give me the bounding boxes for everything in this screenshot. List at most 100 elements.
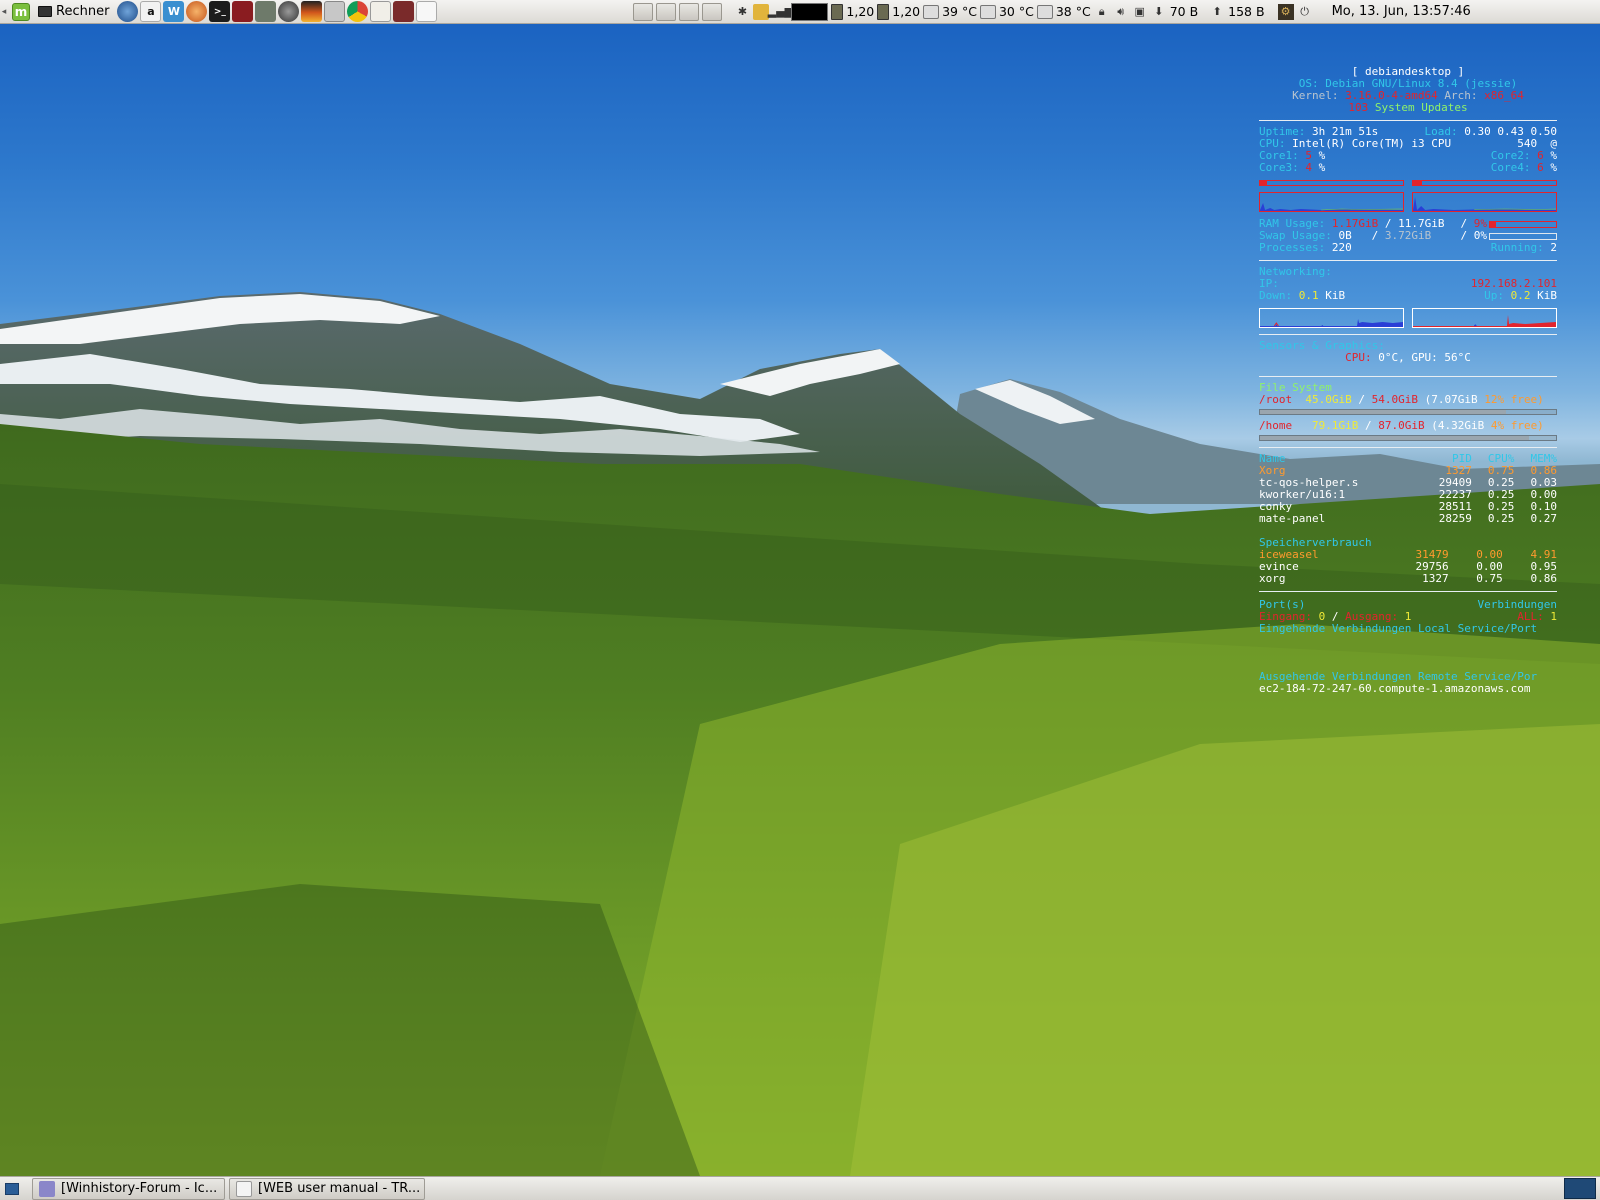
fs-home-mount: /home xyxy=(1259,419,1293,432)
bluetooth-icon[interactable]: ✱ xyxy=(734,4,750,20)
cpu-graph-left-plot xyxy=(1260,203,1403,211)
fs-home-total: 87.0GiB xyxy=(1378,419,1425,432)
workspace-switcher xyxy=(633,2,723,21)
disk-icon[interactable] xyxy=(278,1,300,22)
taskbar-item-winhistory[interactable]: [Winhistory-Forum - Ic... xyxy=(32,1177,225,1200)
cpu-graph-left xyxy=(1259,192,1404,212)
core3-value: 4 xyxy=(1305,161,1312,174)
cpu-graph-right xyxy=(1412,192,1557,212)
lock-icon[interactable]: 🔒︎ xyxy=(1094,4,1110,20)
core3-label: Core3: xyxy=(1259,161,1299,174)
temp-3: 38 °C xyxy=(1055,4,1091,19)
fs-root-used: 45.0GiB xyxy=(1305,393,1352,406)
arch-value: x86_64 xyxy=(1484,89,1524,102)
fs-root-mount: /root xyxy=(1259,393,1293,406)
swap-bar xyxy=(1489,232,1557,240)
download-graph xyxy=(1259,308,1404,328)
fs-root-bar-fill xyxy=(1260,410,1506,414)
chrome-icon[interactable] xyxy=(347,1,369,22)
slash: / xyxy=(1460,229,1468,242)
core4-label: Core4: xyxy=(1490,161,1531,174)
system-monitor-graph[interactable] xyxy=(791,2,829,21)
incoming-header: Eingehende Verbindungen Local Service/Po… xyxy=(1259,622,1538,635)
workspace-3[interactable] xyxy=(679,2,700,21)
web-browser-icon[interactable] xyxy=(117,1,139,22)
clock[interactable]: Mo, 13. Jun, 13:57:46 xyxy=(1332,4,1471,19)
fs-home-bar-fill xyxy=(1260,436,1530,440)
divider xyxy=(1259,260,1557,261)
signal-icon[interactable]: ▂▄▆ xyxy=(768,4,793,20)
traffic-row: Down: 0.1 KiB Up: 0.2 KiB xyxy=(1259,290,1557,302)
running-value: 2 xyxy=(1550,241,1557,254)
swap-total: 3.72GiB xyxy=(1384,229,1432,242)
settings-icon[interactable] xyxy=(393,1,415,22)
all-value: 1 xyxy=(1550,610,1557,623)
fs-root-row: /root 45.0GiB / 54.0GiB (7.07GiB 12% fre… xyxy=(1259,394,1557,406)
weather-icon[interactable]: ⚙ xyxy=(1277,3,1294,20)
outgoing-host: ec2-184-72-247-60.compute-1.amazonaws.co… xyxy=(1259,682,1531,695)
workspace-2[interactable] xyxy=(656,2,677,21)
divider xyxy=(1259,376,1557,377)
network-graphs xyxy=(1259,308,1557,328)
image-viewer-icon[interactable] xyxy=(301,1,323,22)
temp-1: 39 °C xyxy=(942,4,977,19)
libreoffice-writer-icon[interactable]: W xyxy=(163,1,185,22)
rechner-launcher[interactable]: Rechner xyxy=(34,4,117,19)
cpu-bar-right-fill xyxy=(1413,181,1422,185)
table-row: evince 29756 0.00 0.95 xyxy=(1259,561,1557,573)
upload-graph-plot xyxy=(1413,315,1556,327)
panel-handle[interactable]: ◂ xyxy=(0,1,8,23)
text-editor-icon[interactable] xyxy=(370,1,392,22)
upload-graph xyxy=(1412,308,1557,328)
processes-row: Processes: 220 Running: 2 xyxy=(1259,242,1557,254)
volume-icon[interactable]: 🔊︎ xyxy=(1113,4,1129,20)
workspace-indicator[interactable] xyxy=(1564,1178,1596,1199)
fs-root-bar xyxy=(1259,409,1557,415)
system-tray: ✱ ▂▄▆ 1,20 1,20 39 °C 30 °C 38 °C 🔒︎ 🔊︎ … xyxy=(734,2,1471,21)
browser-window-icon xyxy=(39,1180,55,1197)
task-title: [WEB user manual - TR... xyxy=(258,1181,421,1196)
running-label: Running: xyxy=(1490,241,1544,254)
computer-icon xyxy=(38,6,52,17)
cpu-freq-icon xyxy=(877,3,890,20)
screenshot-icon[interactable]: ▣ xyxy=(1132,4,1148,20)
core-row-2: Core3: 4 % Core4: 6 % xyxy=(1259,162,1557,174)
show-desktop-button[interactable] xyxy=(2,1178,22,1200)
system-updates: 103 System Updates xyxy=(1259,102,1557,114)
cpu-bar-left-fill xyxy=(1260,181,1268,185)
main-menu-button[interactable]: m xyxy=(12,2,30,21)
process-pid: 1327 xyxy=(1422,572,1449,585)
download-graph-plot xyxy=(1260,319,1403,327)
card-icon[interactable] xyxy=(416,1,438,22)
calculator-icon[interactable] xyxy=(255,1,277,22)
fs-root: /root 45.0GiB / 54.0GiB (7.07GiB 12% fre… xyxy=(1259,394,1557,415)
fs-home: /home 79.1GiB / 87.0GiB (4.32GiB 4% free… xyxy=(1259,420,1557,441)
terminal-icon[interactable]: >_ xyxy=(209,1,231,22)
fs-root-total: 54.0GiB xyxy=(1371,393,1418,406)
workspace-1[interactable] xyxy=(633,2,654,21)
processes-label: Processes: xyxy=(1259,241,1326,254)
bottom-panel: [Winhistory-Forum - Ic... [WEB user manu… xyxy=(0,1176,1600,1200)
top-mem-table: iceweasel 31479 0.00 4.91 evince 29756 0… xyxy=(1259,549,1557,585)
down-label: Down: xyxy=(1259,289,1293,302)
fs-home-used: 79.1GiB xyxy=(1312,419,1359,432)
calculator-red-icon[interactable] xyxy=(232,1,254,22)
core4-value: 6 xyxy=(1537,161,1544,174)
network-icon[interactable] xyxy=(324,1,346,22)
net-down: 70 B xyxy=(1169,4,1199,19)
up-value: 0.2 xyxy=(1510,289,1531,302)
fs-home-row: /home 79.1GiB / 87.0GiB (4.32GiB 4% free… xyxy=(1259,420,1557,432)
workspace-4[interactable] xyxy=(702,2,723,21)
taskbar-item-manual[interactable]: [WEB user manual - TR... xyxy=(229,1177,425,1200)
power-icon[interactable]: ⏻ xyxy=(1297,4,1313,20)
cpu-temp-label: CPU: xyxy=(1345,351,1372,364)
conky-system-monitor: [ debiandesktop ] OS: Debian GNU/Linux 8… xyxy=(1259,66,1557,695)
cpu-graph-right-plot xyxy=(1413,197,1556,211)
amazon-icon[interactable]: a xyxy=(140,1,162,22)
table-row: mate-panel 28259 0.25 0.27 xyxy=(1259,513,1557,525)
rechner-label: Rechner xyxy=(56,4,110,19)
temp-sensor-icon xyxy=(979,4,996,19)
divider xyxy=(1259,334,1557,335)
cpu-freq-icon xyxy=(831,3,844,20)
firefox-icon[interactable] xyxy=(186,1,208,22)
